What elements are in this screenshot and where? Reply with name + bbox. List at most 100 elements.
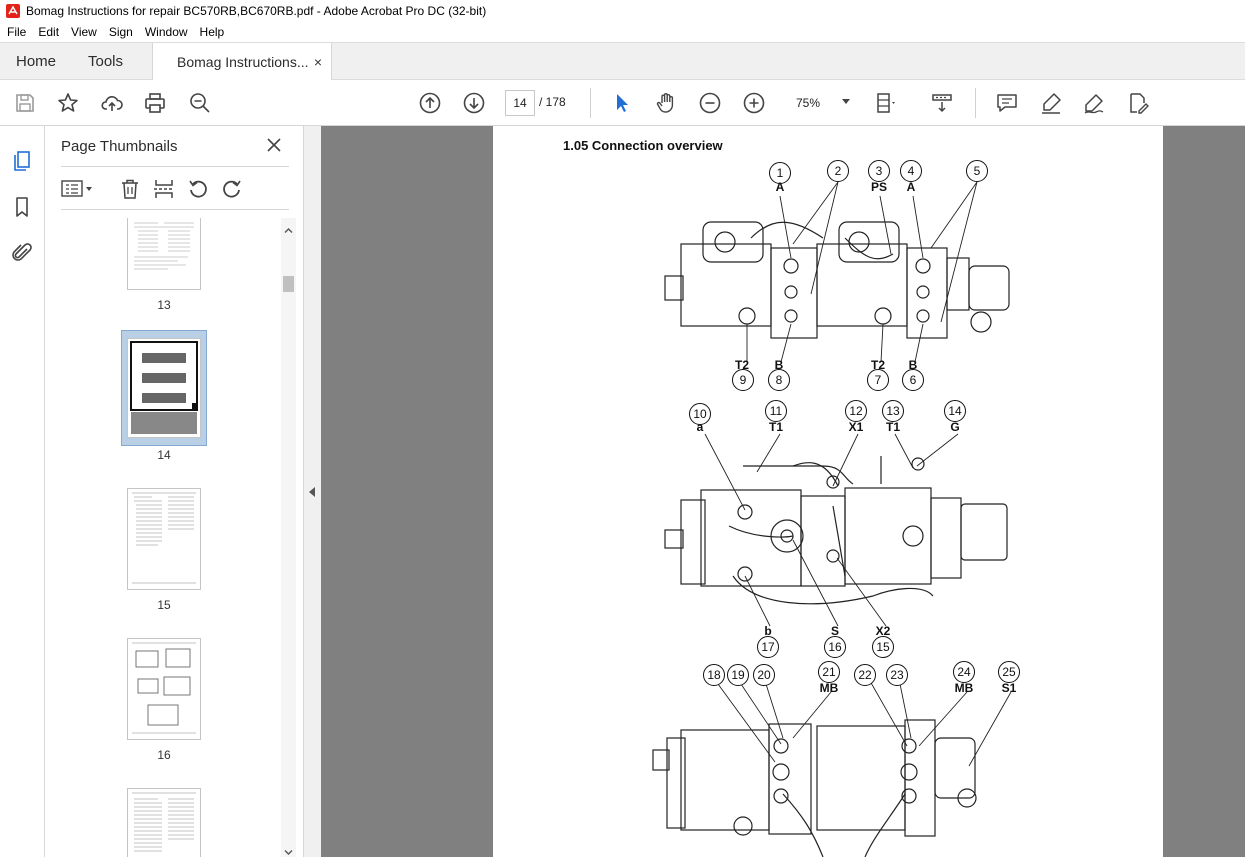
scroll-mode-icon[interactable]: [930, 91, 954, 115]
callout-14-label: G: [950, 420, 960, 434]
select-cursor-icon[interactable]: [610, 91, 634, 115]
callout-17: 17: [757, 636, 779, 658]
upload-icon[interactable]: [100, 91, 124, 115]
thumbnail-page-15[interactable]: [127, 488, 201, 590]
bookmarks-icon[interactable]: [10, 195, 34, 219]
menu-help[interactable]: Help: [194, 25, 231, 39]
panel-collapse-handle[interactable]: [304, 126, 321, 857]
highlight-icon[interactable]: [1039, 91, 1063, 115]
window-title: Bomag Instructions for repair BC570RB,BC…: [26, 4, 487, 18]
thumbnail-label-13: 13: [157, 298, 171, 312]
toolbar-divider: [590, 88, 591, 118]
rotate-left-icon[interactable]: [187, 178, 209, 200]
callout-21: 21: [818, 661, 840, 683]
print-icon[interactable]: [143, 91, 167, 115]
zoom-out-icon[interactable]: [698, 91, 722, 115]
callout-18: 18: [703, 664, 725, 686]
callout-4-label: A: [906, 180, 916, 194]
zoom-in-icon[interactable]: [742, 91, 766, 115]
callout-3: 3: [868, 160, 890, 182]
page-number-input[interactable]: 14: [505, 90, 535, 116]
menu-sign[interactable]: Sign: [103, 25, 139, 39]
callout-19: 19: [727, 664, 749, 686]
panel-close-icon[interactable]: [265, 136, 283, 154]
callout-13-label: T1: [885, 420, 900, 434]
callout-1-label: A: [775, 180, 785, 194]
hand-icon[interactable]: [654, 91, 678, 115]
callout-13: 13: [882, 400, 904, 422]
chevron-down-icon: [842, 99, 850, 104]
bookmark-star-icon[interactable]: [56, 91, 80, 115]
comment-icon[interactable]: [995, 91, 1019, 115]
menu-window[interactable]: Window: [139, 25, 194, 39]
tab-home[interactable]: Home: [16, 43, 56, 80]
thumbnails-panel: Page Thumbnails 13 14 15 16: [45, 126, 304, 857]
callout-16: 16: [824, 636, 846, 658]
callout-14: 14: [944, 400, 966, 422]
attachments-icon[interactable]: [10, 241, 34, 265]
zoom-value: 75%: [796, 96, 821, 110]
zoom-search-icon[interactable]: [188, 91, 212, 115]
tab-close-icon[interactable]: ×: [314, 54, 322, 70]
callout-7: 7: [867, 369, 889, 391]
menu-bar: File Edit View Sign Window Help: [0, 22, 1245, 42]
callout-11-label: T1: [768, 420, 783, 434]
callout-12: 12: [845, 400, 867, 422]
left-rail: [0, 126, 45, 857]
collapse-arrow-icon: [309, 487, 315, 497]
callout-24-label: MB: [954, 681, 974, 695]
thumbnail-label-16: 16: [157, 748, 171, 762]
thumbnail-page-16[interactable]: [127, 638, 201, 740]
tab-document[interactable]: Bomag Instructions... ×: [152, 43, 332, 81]
callout-21-label: MB: [819, 681, 839, 695]
toolbar-divider: [975, 88, 976, 118]
callout-3-label: PS: [870, 180, 887, 194]
menu-view[interactable]: View: [65, 25, 103, 39]
callout-11: 11: [765, 400, 787, 422]
callout-5: 5: [966, 160, 988, 182]
prev-page-icon[interactable]: [418, 91, 442, 115]
thumbnail-label-15: 15: [157, 598, 171, 612]
zoom-select[interactable]: 75%: [786, 90, 856, 116]
panel-toolbar: [61, 166, 289, 210]
save-icon[interactable]: [13, 91, 37, 115]
document-viewport[interactable]: 1.05 Connection overview 1 A 2 3 PS 4 A …: [321, 126, 1245, 857]
callout-9: 9: [732, 369, 754, 391]
callout-2: 2: [827, 160, 849, 182]
callout-6: 6: [902, 369, 924, 391]
thumbnail-page-14[interactable]: [127, 338, 201, 438]
menu-file[interactable]: File: [0, 25, 32, 39]
tab-document-label: Bomag Instructions...: [177, 54, 309, 70]
hydraulic-pump-drawing: [652, 181, 1012, 857]
scroll-up-icon[interactable]: [284, 222, 293, 233]
thumbnail-scrollbar[interactable]: [281, 218, 296, 857]
callout-22: 22: [854, 664, 876, 686]
next-page-icon[interactable]: [462, 91, 486, 115]
callout-24: 24: [953, 661, 975, 683]
title-bar: Bomag Instructions for repair BC570RB,BC…: [0, 0, 1245, 22]
acrobat-icon: [6, 4, 20, 18]
delete-icon[interactable]: [119, 178, 141, 200]
page-total: / 178: [539, 95, 566, 109]
thumbnail-page-17[interactable]: [127, 788, 201, 857]
options-menu-icon[interactable]: [61, 178, 97, 200]
menu-edit[interactable]: Edit: [32, 25, 65, 39]
acrobat-window: Bomag Instructions for repair BC570RB,BC…: [0, 0, 1245, 857]
panel-title: Page Thumbnails: [61, 138, 178, 155]
callout-8: 8: [768, 369, 790, 391]
tab-tools[interactable]: Tools: [88, 43, 123, 80]
pdf-page: 1.05 Connection overview 1 A 2 3 PS 4 A …: [493, 126, 1163, 857]
insert-page-icon[interactable]: [153, 178, 175, 200]
edit-pdf-icon[interactable]: [1126, 91, 1150, 115]
callout-25: 25: [998, 661, 1020, 683]
callout-12-label: X1: [848, 420, 864, 434]
callout-4: 4: [900, 160, 922, 182]
thumbnail-list: 13 14 15 16: [61, 218, 279, 857]
thumbnails-icon[interactable]: [10, 148, 34, 172]
rotate-right-icon[interactable]: [221, 178, 243, 200]
scroll-down-icon[interactable]: [284, 844, 293, 855]
sign-icon[interactable]: [1082, 91, 1106, 115]
thumbnail-page-13[interactable]: [127, 218, 201, 290]
page-fit-icon[interactable]: [874, 91, 898, 115]
scrollbar-thumb[interactable]: [283, 276, 294, 292]
